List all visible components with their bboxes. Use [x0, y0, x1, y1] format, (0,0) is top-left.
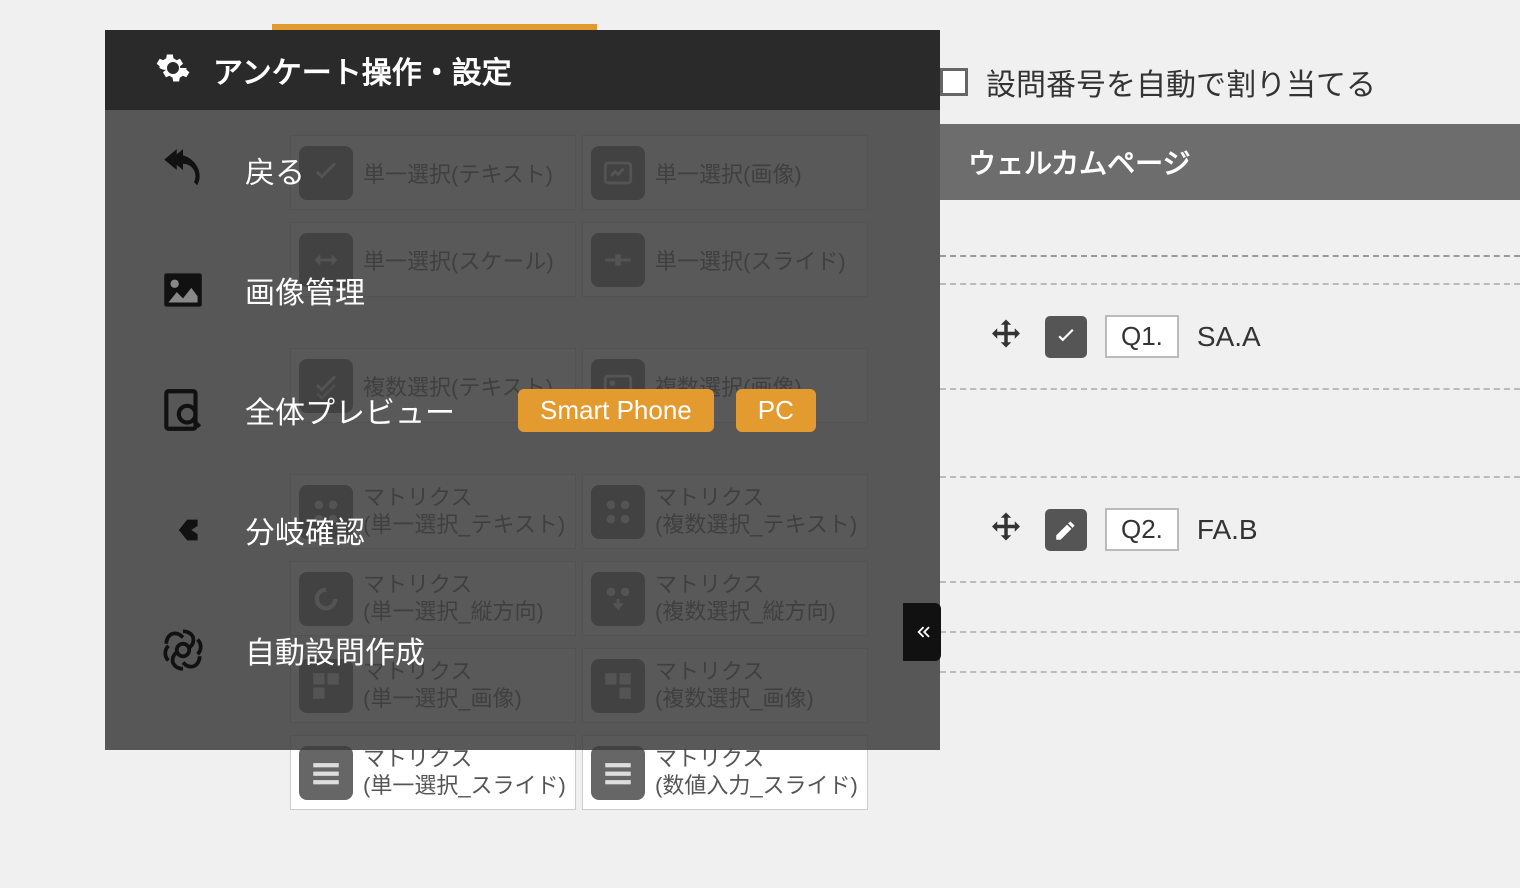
question-type-fa-icon: [1045, 509, 1087, 551]
question-type-sa-icon: [1045, 316, 1087, 358]
drop-zone[interactable]: [940, 255, 1520, 285]
tile-label: マトリクス: [655, 746, 858, 772]
branch-icon: [155, 503, 210, 558]
tile-sublabel: (数値入力_スライド): [655, 773, 858, 799]
tile-label: マトリクス: [363, 746, 566, 772]
preview-smartphone-button[interactable]: Smart Phone: [518, 389, 714, 432]
question-row-1[interactable]: Q1. SA.A: [940, 285, 1520, 388]
menu-auto-question[interactable]: 自動設問作成: [145, 590, 900, 710]
image-icon: [155, 263, 210, 318]
tile-sublabel: (単一選択_スライド): [363, 773, 566, 799]
menu-image-management[interactable]: 画像管理: [145, 230, 900, 350]
menu-full-preview: 全体プレビュー Smart Phone PC: [145, 350, 900, 470]
gear-icon: [155, 50, 191, 91]
menu-label: 画像管理: [245, 268, 365, 312]
question-number[interactable]: Q2.: [1105, 508, 1179, 551]
question-row-2[interactable]: Q2. FA.B: [940, 478, 1520, 581]
auto-number-label: 設問番号を自動で割り当てる: [986, 60, 1376, 104]
question-number[interactable]: Q1.: [1105, 315, 1179, 358]
drag-handle-icon[interactable]: [985, 316, 1027, 358]
drag-handle-icon[interactable]: [985, 509, 1027, 551]
drop-zone[interactable]: [940, 631, 1520, 671]
menu-label: 自動設問作成: [245, 628, 425, 672]
welcome-label: ウェルカムページ: [968, 148, 1191, 179]
matrix-numslide-icon: [591, 746, 645, 800]
menu-back[interactable]: 戻る: [145, 110, 900, 230]
question-title: SA.A: [1197, 321, 1261, 353]
menu-label: 分岐確認: [245, 508, 365, 552]
overlay-header: アンケート操作・設定: [105, 30, 940, 110]
collapse-panel-handle[interactable]: [903, 603, 941, 661]
checkbox-icon[interactable]: [940, 68, 968, 96]
welcome-page-header[interactable]: ウェルカムページ: [940, 124, 1520, 200]
auto-number-option[interactable]: 設問番号を自動で割り当てる: [940, 60, 1520, 124]
question-list-panel: 設問番号を自動で割り当てる ウェルカムページ Q1. SA.A Q2. FA.B: [940, 60, 1520, 673]
preview-icon: [155, 383, 210, 438]
menu-label: 戻る: [245, 148, 305, 192]
question-title: FA.B: [1197, 514, 1258, 546]
undo-icon: [155, 143, 210, 198]
preview-pc-button[interactable]: PC: [736, 389, 816, 432]
menu-label: 全体プレビュー: [245, 388, 455, 432]
overlay-title: アンケート操作・設定: [213, 48, 512, 92]
settings-overlay: アンケート操作・設定 戻る 画像管理 全体プレビュー Smart Phone P…: [105, 30, 940, 750]
menu-branch-check[interactable]: 分岐確認: [145, 470, 900, 590]
ai-icon: [155, 623, 210, 678]
drop-zone[interactable]: [940, 671, 1520, 673]
matrix-slide-icon: [299, 746, 353, 800]
drop-zone[interactable]: [940, 388, 1520, 478]
